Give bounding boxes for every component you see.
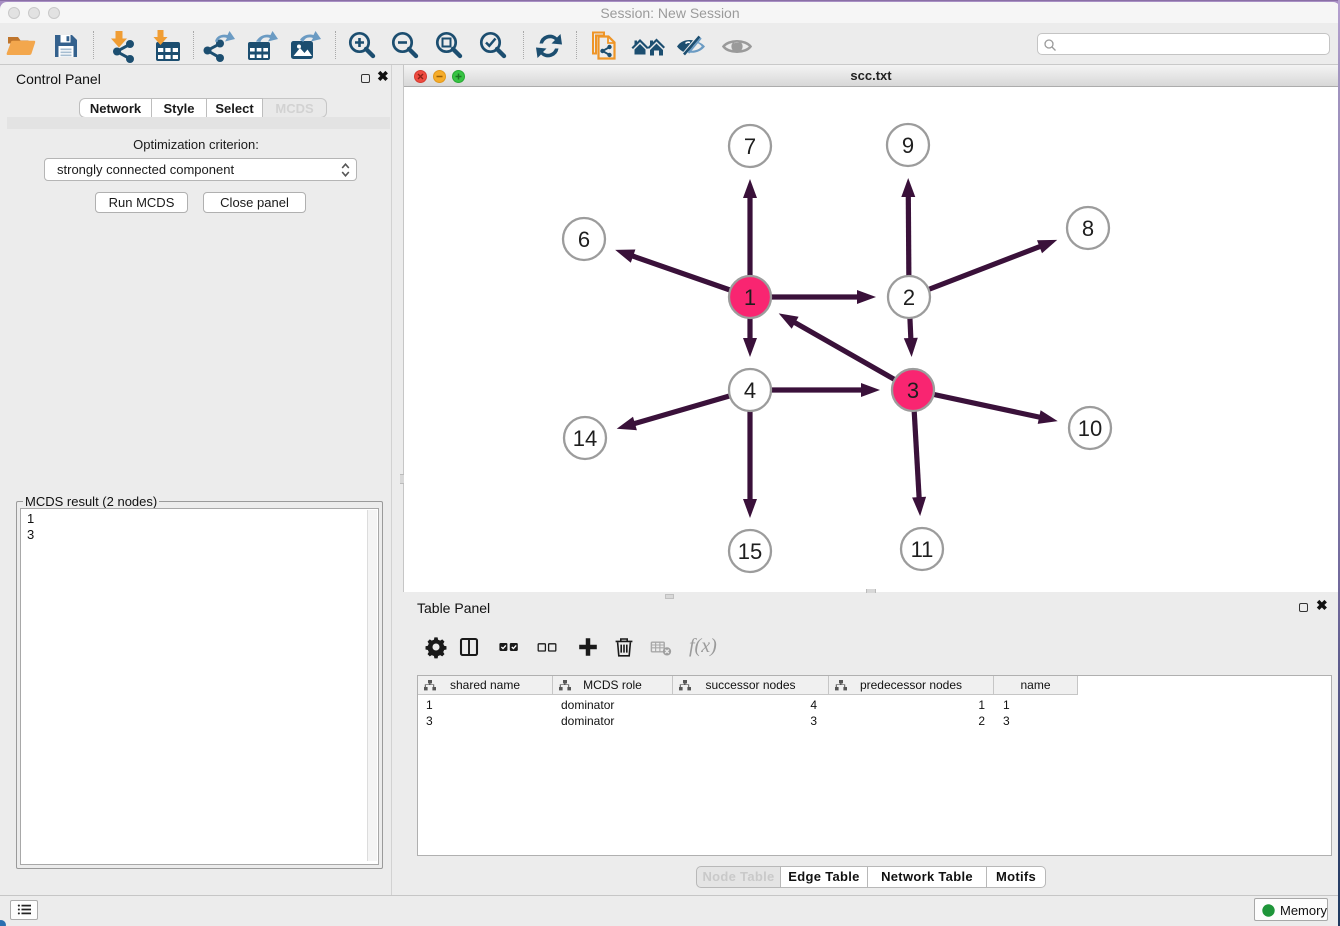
svg-text:14: 14 (573, 426, 597, 451)
svg-text:6: 6 (578, 227, 590, 252)
svg-text:1: 1 (744, 285, 756, 310)
svg-text:10: 10 (1078, 416, 1102, 441)
svg-text:9: 9 (902, 133, 914, 158)
svg-text:7: 7 (744, 134, 756, 159)
svg-text:15: 15 (738, 539, 762, 564)
svg-text:3: 3 (907, 378, 919, 403)
svg-text:11: 11 (911, 537, 934, 562)
svg-text:8: 8 (1082, 216, 1094, 241)
svg-text:2: 2 (903, 285, 915, 310)
svg-text:4: 4 (744, 378, 756, 403)
